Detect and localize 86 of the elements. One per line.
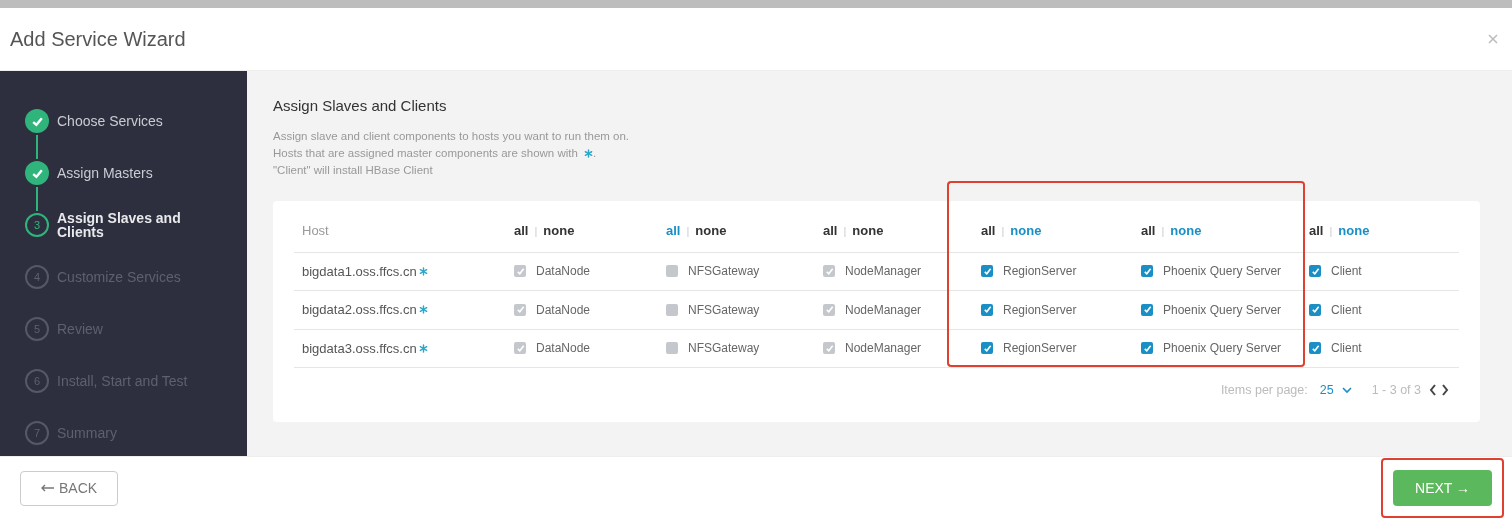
checkmark-icon	[515, 305, 525, 315]
checkmark-icon	[982, 266, 992, 276]
checkmark-icon	[515, 343, 525, 353]
master-star-icon	[583, 148, 593, 158]
component-label: NodeManager	[845, 301, 922, 319]
checkbox[interactable]	[1309, 303, 1321, 316]
component-label: NFSGateway	[688, 340, 760, 358]
checkmark-icon	[824, 305, 834, 315]
component-label: Phoenix Query Server	[1163, 340, 1282, 358]
checkmark-icon	[982, 305, 992, 315]
section-title: Assign Slaves and Clients	[273, 96, 448, 116]
component-label: DataNode	[536, 301, 591, 319]
separator: |	[843, 223, 847, 239]
checkmark-icon	[1142, 343, 1152, 353]
select-none-link[interactable]: none	[1010, 221, 1042, 241]
select-none-link[interactable]: none	[695, 221, 727, 241]
description-text: "Client" will install HBase Client	[273, 162, 434, 178]
checkmark-icon	[515, 266, 525, 276]
select-all-link[interactable]: all	[1141, 221, 1156, 241]
checkbox[interactable]	[981, 303, 993, 316]
component-label: NFSGateway	[688, 263, 760, 281]
component-label: DataNode	[536, 340, 591, 358]
checkbox[interactable]	[1141, 265, 1153, 278]
select-none-link[interactable]: none	[1170, 221, 1202, 241]
component-label: RegionServer	[1003, 340, 1077, 358]
description-text: .	[592, 145, 597, 161]
component-label: NodeManager	[845, 340, 922, 358]
next-page-icon[interactable]	[1441, 384, 1449, 396]
step-number: 3	[25, 213, 49, 237]
checkmark-icon	[1142, 266, 1152, 276]
checkmark-icon	[824, 266, 834, 276]
checkmark-icon	[982, 343, 992, 353]
component-label: NodeManager	[845, 263, 922, 281]
close-icon[interactable]	[1488, 34, 1498, 44]
checkbox[interactable]	[1141, 342, 1153, 355]
select-all-link[interactable]: all	[666, 221, 681, 241]
select-all-link[interactable]: all	[514, 221, 529, 241]
component-label: NFSGateway	[688, 301, 760, 319]
arrow-left-icon	[41, 484, 55, 492]
component-label: Client	[1331, 263, 1362, 281]
checkmark-icon	[1142, 305, 1152, 315]
step-done-icon	[25, 109, 49, 133]
step-label: Assign Slaves and Clients	[57, 211, 182, 239]
select-all-link[interactable]: all	[823, 221, 838, 241]
component-label: Phoenix Query Server	[1163, 263, 1282, 281]
step-label: Assign Masters	[57, 163, 154, 183]
items-per-page-label: Items per page:	[1220, 381, 1308, 399]
step-done-icon	[25, 161, 49, 185]
checkmark-icon	[824, 343, 834, 353]
component-label: Phoenix Query Server	[1163, 301, 1282, 319]
component-label: DataNode	[536, 263, 591, 281]
page-range: 1 - 3 of 3	[1371, 381, 1421, 399]
back-button[interactable]: BACK	[20, 470, 119, 506]
modal-title: Add Service Wizard	[10, 27, 186, 52]
checkmark-icon	[1310, 343, 1320, 353]
component-label: RegionServer	[1003, 263, 1077, 281]
component-label: Client	[1331, 301, 1362, 319]
separator: |	[1161, 223, 1165, 239]
checkbox[interactable]	[981, 265, 993, 278]
checkmark-icon	[1310, 266, 1320, 276]
select-all-link[interactable]: all	[1309, 221, 1324, 241]
checkbox[interactable]	[1309, 265, 1321, 278]
host-name: bigdata3.oss.ffcs.cn	[302, 339, 417, 358]
select-none-link[interactable]: none	[852, 221, 884, 241]
component-label: RegionServer	[1003, 301, 1077, 319]
step-label: Choose Services	[57, 111, 164, 131]
select-none-link[interactable]: none	[1338, 221, 1370, 241]
checkbox[interactable]	[1309, 342, 1321, 355]
select-none-link[interactable]: none	[543, 221, 575, 241]
separator: |	[1001, 223, 1005, 239]
separator: |	[686, 223, 690, 239]
checkmark-icon	[1310, 305, 1320, 315]
chevron-down-icon	[1341, 386, 1352, 394]
separator: |	[1329, 223, 1333, 239]
page-size-select[interactable]: 25	[1319, 380, 1352, 400]
component-label: Client	[1331, 340, 1362, 358]
description-text: Assign slave and client components to hosts you want to run them on.	[273, 128, 631, 144]
host-name: bigdata1.oss.ffcs.cn	[302, 262, 417, 281]
host-name: bigdata2.oss.ffcs.cn	[302, 301, 417, 319]
column-header: Host	[302, 222, 329, 241]
select-all-link[interactable]: all	[981, 221, 996, 241]
checkbox[interactable]	[1141, 303, 1153, 316]
description-text: Hosts that are assigned master components are shown with	[273, 145, 578, 161]
separator: |	[534, 223, 538, 239]
previous-page-icon[interactable]	[1429, 384, 1437, 396]
checkbox[interactable]	[981, 342, 993, 355]
